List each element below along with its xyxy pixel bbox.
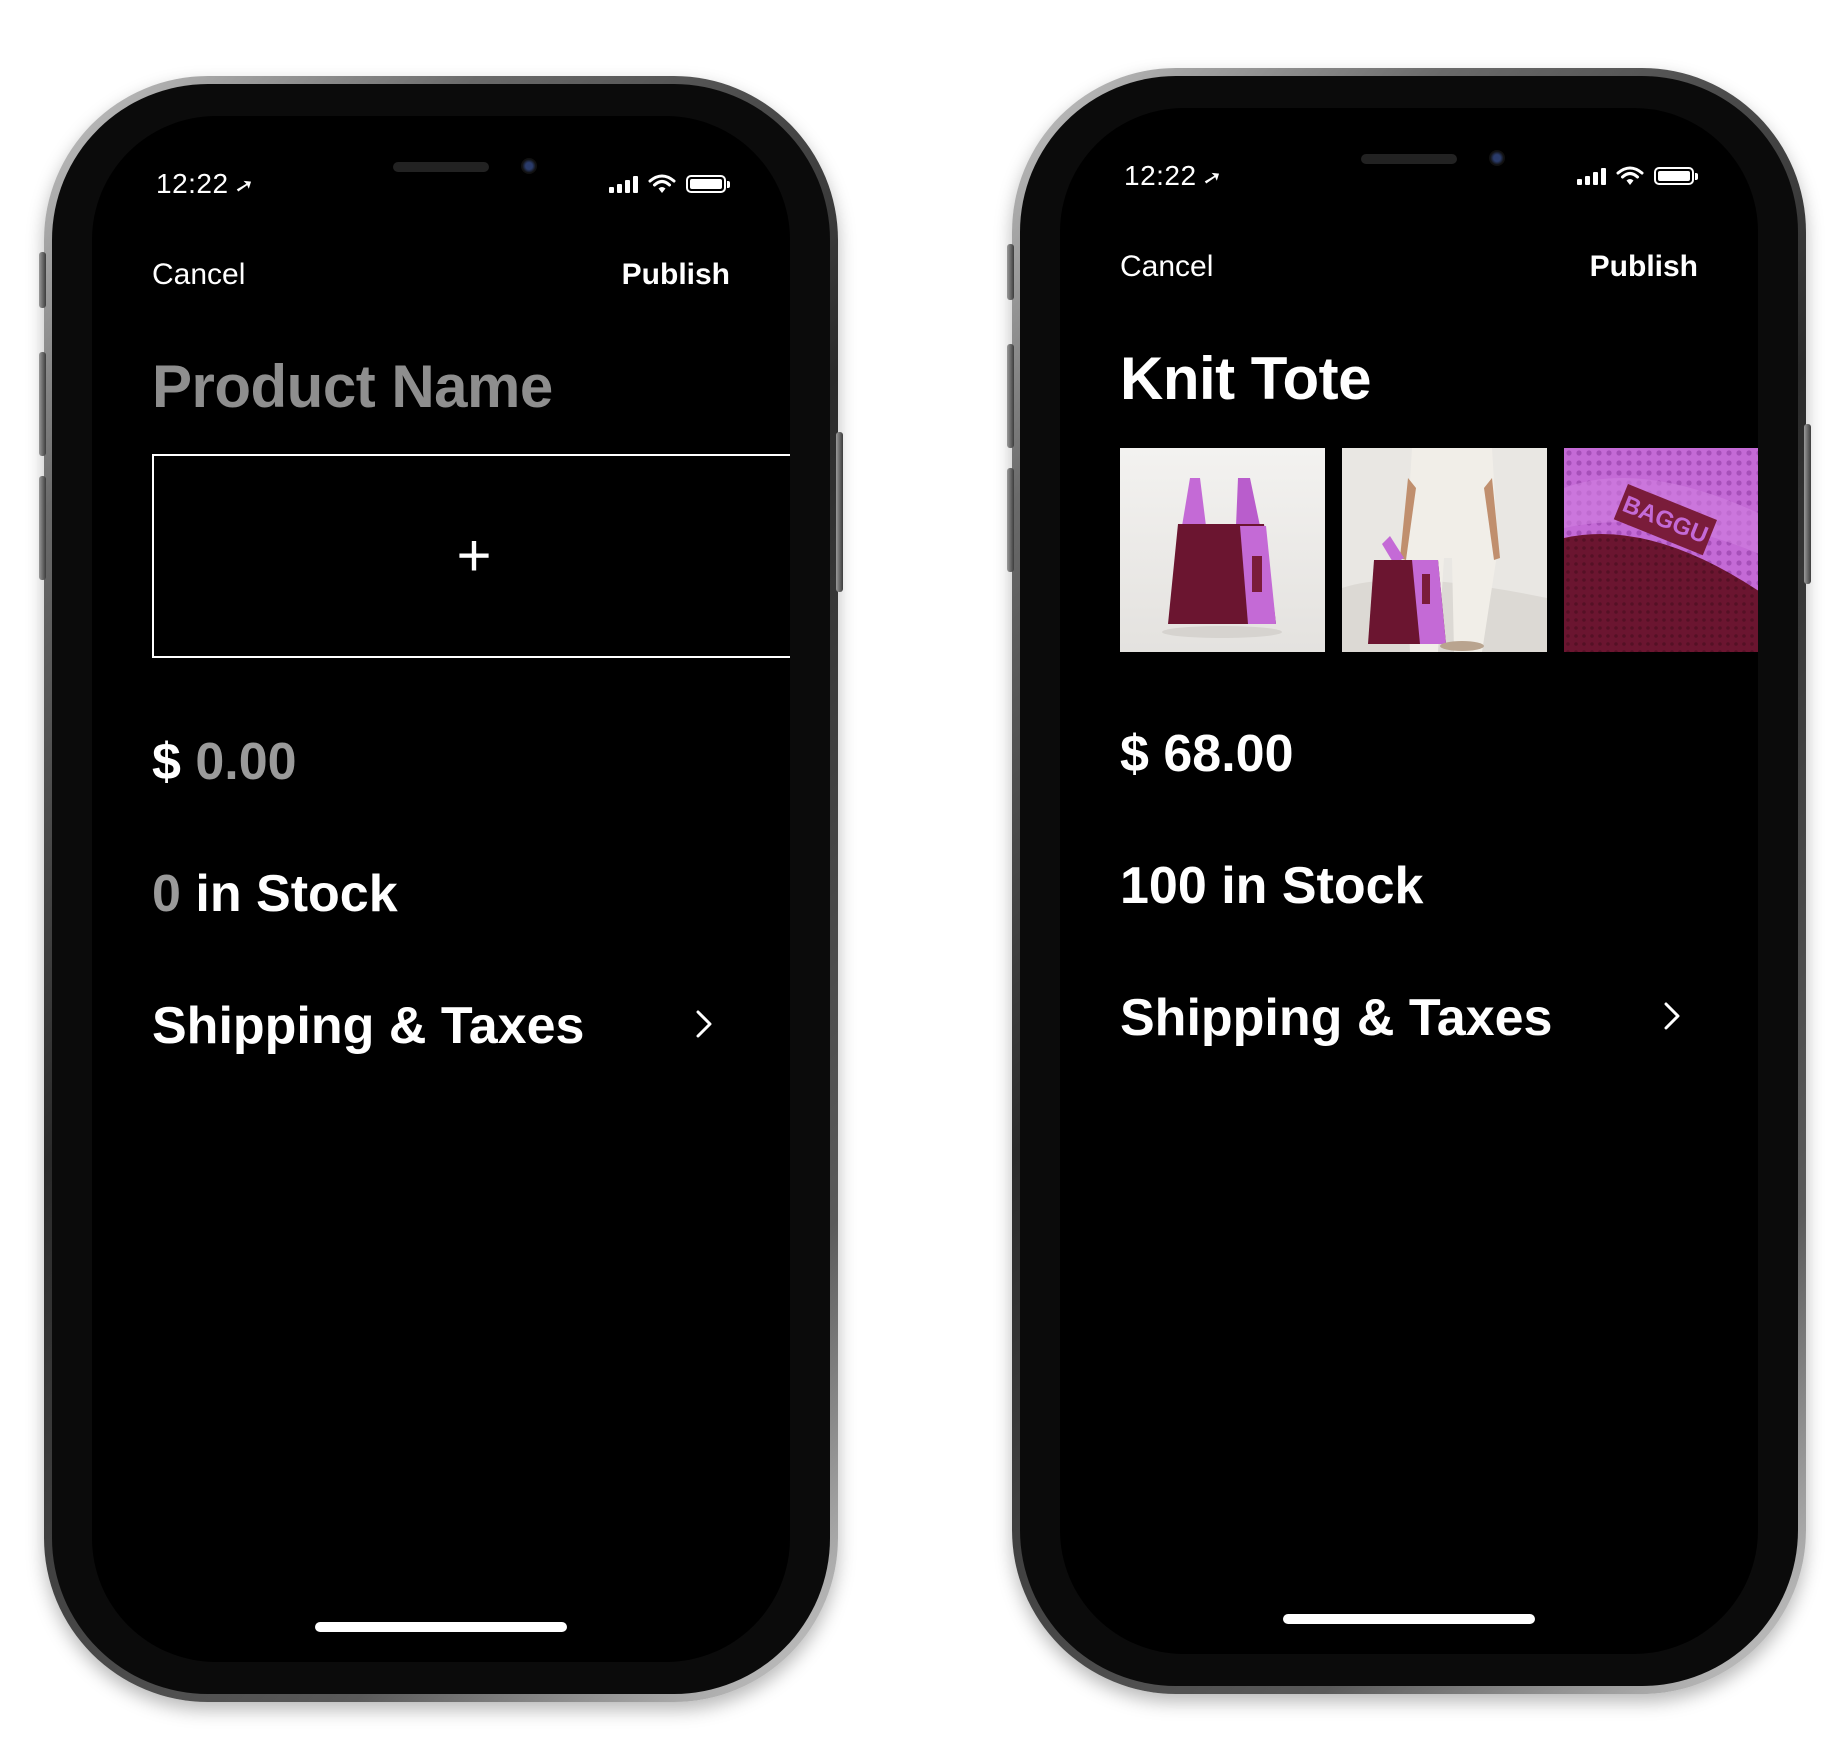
stock-suffix: in Stock — [195, 865, 398, 923]
plus-icon: + — [456, 522, 492, 589]
price-input[interactable]: $ 0.00 — [152, 732, 297, 792]
shipping-taxes-label: Shipping & Taxes — [152, 997, 585, 1055]
home-indicator[interactable] — [1283, 1614, 1535, 1624]
add-photo-button[interactable]: + — [152, 454, 790, 658]
status-icons — [609, 174, 730, 194]
stock-suffix: in Stock — [1221, 857, 1424, 915]
status-time: 12:22 ➚ — [1124, 160, 1225, 192]
cancel-button[interactable]: Cancel — [1120, 250, 1213, 284]
screen-filled-product: 12:22 ➚ Cancel Publish Knit Tote BAGGU $… — [1060, 108, 1758, 1654]
product-name-input[interactable]: Knit Tote — [1120, 344, 1372, 413]
stock-input[interactable]: 0 in Stock — [152, 864, 398, 924]
signal-icon — [609, 175, 638, 193]
power-button — [836, 432, 843, 592]
status-time-text: 12:22 — [156, 168, 229, 199]
shipping-taxes-label: Shipping & Taxes — [1120, 989, 1553, 1047]
cancel-button[interactable]: Cancel — [152, 258, 245, 292]
phone-bezel-left: 12:22 ➚ Cancel Publish Product Name + $ … — [52, 84, 830, 1694]
tote-closeup-image: BAGGU — [1564, 448, 1758, 652]
stock-count: 100 — [1120, 857, 1207, 915]
location-arrow-icon: ➚ — [1200, 163, 1225, 192]
status-time: 12:22 ➚ — [156, 168, 257, 200]
publish-button[interactable]: Publish — [622, 258, 730, 292]
price-input[interactable]: $ 68.00 — [1120, 724, 1294, 784]
signal-icon — [1577, 167, 1606, 185]
price-currency: $ — [1120, 725, 1149, 783]
status-time-text: 12:22 — [1124, 160, 1197, 191]
power-button — [1804, 424, 1811, 584]
phone-bezel-right: 12:22 ➚ Cancel Publish Knit Tote BAGGU $… — [1020, 76, 1798, 1686]
chevron-right-icon — [696, 1010, 712, 1038]
status-bar: 12:22 ➚ — [156, 168, 730, 208]
battery-icon — [1654, 167, 1698, 185]
shipping-taxes-row[interactable]: Shipping & Taxes — [1120, 988, 1698, 1052]
volume-down-button — [39, 476, 46, 580]
status-icons — [1577, 166, 1698, 186]
screen-new-product: 12:22 ➚ Cancel Publish Product Name + $ … — [92, 116, 790, 1662]
shipping-taxes-row[interactable]: Shipping & Taxes — [152, 996, 730, 1060]
product-name-input[interactable]: Product Name — [152, 352, 553, 421]
wifi-icon — [1616, 166, 1644, 185]
tote-front-image — [1120, 448, 1325, 652]
volume-down-button — [1007, 468, 1014, 572]
chevron-right-icon — [1664, 1002, 1680, 1030]
phone-frame-right: 12:22 ➚ Cancel Publish Knit Tote BAGGU $… — [1007, 68, 1811, 1694]
tote-model-photo[interactable] — [1342, 448, 1547, 652]
tote-model-image — [1342, 448, 1547, 652]
tote-front-photo[interactable] — [1120, 448, 1325, 652]
stock-input[interactable]: 100 in Stock — [1120, 856, 1423, 916]
battery-icon — [686, 175, 730, 193]
price-value: 0.00 — [195, 733, 297, 791]
wifi-icon — [648, 174, 676, 193]
price-currency: $ — [152, 733, 181, 791]
tote-closeup-photo[interactable]: BAGGU — [1564, 448, 1758, 652]
stock-count: 0 — [152, 865, 181, 923]
publish-button[interactable]: Publish — [1590, 250, 1698, 284]
location-arrow-icon: ➚ — [232, 171, 257, 200]
volume-up-button — [39, 352, 46, 456]
phone-frame-left: 12:22 ➚ Cancel Publish Product Name + $ … — [39, 76, 843, 1702]
home-indicator[interactable] — [315, 1622, 567, 1632]
volume-up-button — [1007, 344, 1014, 448]
silent-switch — [39, 252, 46, 308]
silent-switch — [1007, 244, 1014, 300]
status-bar: 12:22 ➚ — [1124, 160, 1698, 200]
price-value: 68.00 — [1163, 725, 1294, 783]
